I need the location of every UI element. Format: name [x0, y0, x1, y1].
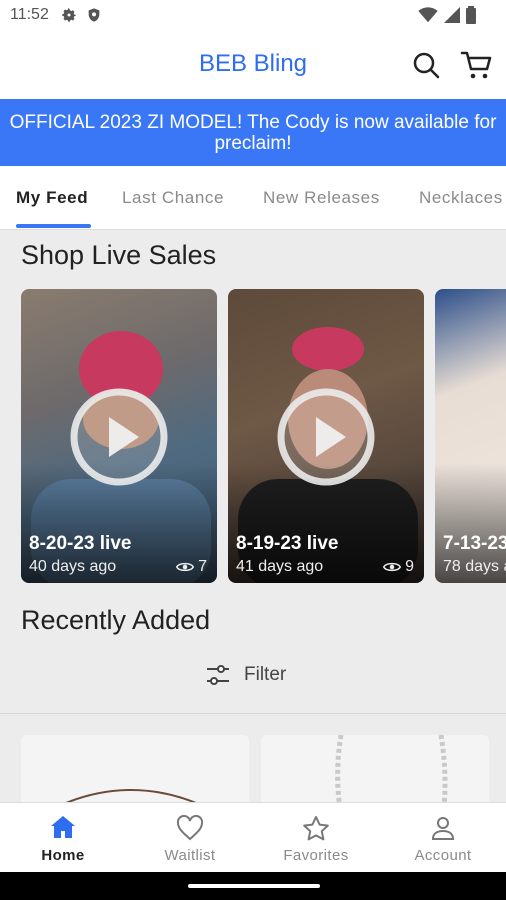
- tab-new-releases[interactable]: New Releases: [263, 188, 380, 208]
- tab-last-chance[interactable]: Last Chance: [122, 188, 224, 208]
- live-sale-age: 40 days ago: [29, 558, 117, 575]
- product-thumbnail: [335, 735, 448, 802]
- live-sale-title: 8-20-23 live: [29, 533, 132, 554]
- signal-icon: [444, 7, 460, 23]
- bottom-navigation: Home Waitlist Favorites Account: [0, 802, 506, 873]
- product-thumbnail: [65, 789, 197, 802]
- nav-home[interactable]: Home: [0, 803, 126, 873]
- product-card[interactable]: [21, 735, 249, 802]
- main-content[interactable]: Shop Live Sales 8-20-23 live 40 days ago…: [0, 230, 506, 802]
- account-icon: [431, 817, 455, 840]
- gesture-handle[interactable]: [188, 884, 320, 888]
- cart-button[interactable]: [460, 49, 494, 81]
- tab-my-feed[interactable]: My Feed: [16, 188, 88, 208]
- app-bar: BEB Bling: [0, 32, 506, 99]
- product-card[interactable]: [261, 735, 489, 802]
- category-tabs: My Feed Last Chance New Releases Necklac…: [0, 166, 506, 230]
- tab-indicator: [16, 224, 91, 228]
- battery-icon: [466, 6, 476, 24]
- eye-icon: [176, 562, 195, 572]
- live-sale-age: 41 days ago: [236, 558, 324, 575]
- nav-account[interactable]: Account: [380, 803, 506, 873]
- tab-necklaces[interactable]: Necklaces: [419, 188, 503, 208]
- live-sale-card[interactable]: 8-19-23 live 41 days ago 9: [228, 289, 424, 583]
- live-sale-title: 7-13-23 live: [443, 533, 506, 554]
- shield-icon: [88, 8, 100, 22]
- search-button[interactable]: [410, 49, 442, 81]
- live-sale-card[interactable]: 8-20-23 live 40 days ago 7: [21, 289, 217, 583]
- status-icons-left: [60, 6, 102, 24]
- home-icon: [51, 816, 75, 838]
- nav-waitlist[interactable]: Waitlist: [127, 803, 253, 873]
- view-count: 9: [405, 558, 414, 575]
- cart-icon: [460, 51, 492, 79]
- star-icon: [303, 816, 329, 841]
- status-bar: 11:52: [0, 0, 506, 32]
- nav-favorites[interactable]: Favorites: [253, 803, 379, 873]
- settings-icon: [62, 8, 76, 22]
- play-icon[interactable]: [69, 387, 169, 487]
- heart-icon: [176, 815, 204, 841]
- live-sale-card[interactable]: 7-13-23 live 78 days ago: [435, 289, 506, 583]
- nav-label: Home: [41, 847, 85, 864]
- nav-label: Favorites: [283, 847, 349, 864]
- wifi-icon: [418, 7, 438, 23]
- announcement-banner[interactable]: OFFICIAL 2023 ZI MODEL! The Cody is now …: [0, 99, 506, 166]
- live-sale-title: 8-19-23 live: [236, 533, 339, 554]
- live-sales-title: Shop Live Sales: [21, 240, 217, 270]
- live-sale-age: 78 days ago: [443, 558, 506, 575]
- divider: [0, 713, 506, 714]
- filter-button[interactable]: Filter: [206, 664, 286, 686]
- play-icon[interactable]: [276, 387, 376, 487]
- gesture-bar: [0, 872, 506, 900]
- live-sale-views: 9: [383, 558, 414, 576]
- filter-icon: [207, 665, 229, 685]
- search-icon: [413, 52, 440, 79]
- filter-label: Filter: [244, 664, 287, 685]
- status-icons-right: [418, 6, 476, 24]
- nav-label: Account: [414, 847, 472, 864]
- recently-added-title: Recently Added: [21, 605, 211, 635]
- status-time: 11:52: [10, 6, 49, 23]
- nav-label: Waitlist: [164, 847, 216, 864]
- live-sale-views: 7: [176, 558, 207, 576]
- eye-icon: [383, 562, 402, 572]
- view-count: 7: [198, 558, 207, 575]
